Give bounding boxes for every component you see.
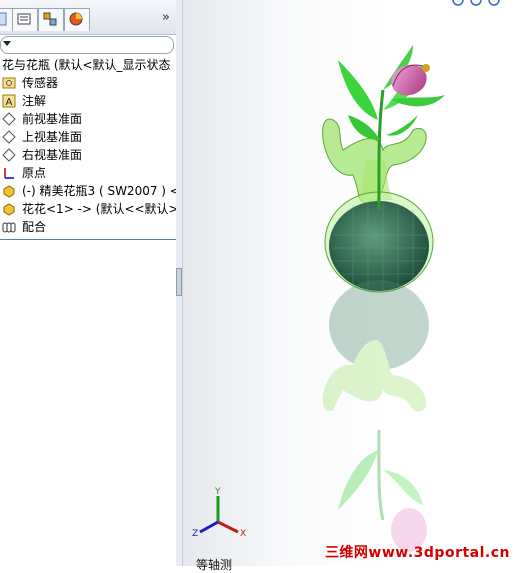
tree-filter-input[interactable]: [0, 36, 174, 54]
tree-item-label: 花花<1> -> (默认<<默认>_显: [22, 202, 176, 216]
tree-item-right-plane[interactable]: 右视基准面: [0, 146, 176, 164]
plane-icon: [2, 130, 16, 144]
tree-root-assembly[interactable]: 花与花瓶 (默认<默认_显示状态: [0, 56, 176, 74]
tree-item-origin[interactable]: 原点: [0, 164, 176, 182]
filter-dropdown-arrow-icon[interactable]: [3, 41, 11, 46]
mates-icon: [2, 222, 16, 233]
tree-item-sensors[interactable]: 传感器: [0, 74, 176, 92]
property-manager-tab[interactable]: [12, 8, 38, 31]
feature-tree: 花与花瓶 (默认<默认_显示状态 传感器 A 注解 前视基准面 上视基准面 右视…: [0, 56, 176, 236]
vase-flower-model[interactable]: [183, 0, 528, 566]
display-manager-tab[interactable]: [64, 8, 90, 31]
watermark-text: 三维网www.3dportal.cn: [324, 545, 510, 561]
tree-item-label: 右视基准面: [22, 148, 83, 162]
triad-y-label: Y: [214, 487, 221, 497]
plane-icon: [2, 148, 16, 162]
tree-item-front-plane[interactable]: 前视基准面: [0, 110, 176, 128]
more-tabs-chevron-icon[interactable]: »: [162, 10, 170, 25]
tree-item-label: (-) 精美花瓶3 ( SW2007 ) <1: [22, 184, 176, 198]
triad-x-label: X: [240, 529, 246, 539]
configuration-icon: [43, 12, 57, 26]
tree-item-label: 前视基准面: [22, 112, 83, 126]
tree-item-flower-part[interactable]: 花花<1> -> (默认<<默认>_显: [0, 200, 176, 218]
property-icon: [17, 13, 31, 25]
tree-item-label: 注解: [22, 94, 47, 108]
view-orientation-label: 等轴测: [196, 558, 233, 572]
tree-end-divider: [0, 239, 176, 240]
tree-item-label: 原点: [22, 166, 47, 180]
feature-manager-panel: » 花与花瓶 (默认<默认_显示状态 传感器 A 注解 前视基准面 上视基准面 …: [0, 0, 177, 566]
panel-tab-bar: »: [0, 0, 176, 35]
plane-icon: [2, 112, 16, 126]
feature-tree-icon: [0, 12, 7, 26]
tree-root-label: 花与花瓶 (默认<默认_显示状态: [2, 58, 171, 72]
origin-icon: [4, 168, 14, 179]
part-icon: [3, 185, 15, 198]
display-manager-icon: [69, 12, 83, 26]
splitter-grip-handle[interactable]: [176, 268, 182, 296]
part-icon: [3, 203, 15, 216]
tree-item-vase-part[interactable]: (-) 精美花瓶3 ( SW2007 ) <1: [0, 182, 176, 200]
tree-item-mates[interactable]: 配合: [0, 218, 176, 236]
tree-item-label: 传感器: [22, 76, 59, 90]
view-triad: Y X Z: [192, 487, 246, 539]
configuration-manager-tab[interactable]: [38, 8, 64, 31]
tree-item-annotations[interactable]: A 注解: [0, 92, 176, 110]
sensor-folder-icon: [2, 77, 16, 89]
tree-item-top-plane[interactable]: 上视基准面: [0, 128, 176, 146]
svg-text:A: A: [6, 97, 13, 108]
tree-item-label: 配合: [22, 220, 47, 234]
annotation-icon: A: [2, 94, 16, 108]
tree-item-label: 上视基准面: [22, 130, 83, 144]
triad-z-label: Z: [192, 529, 198, 539]
graphics-viewport[interactable]: Y X Z: [183, 0, 528, 566]
